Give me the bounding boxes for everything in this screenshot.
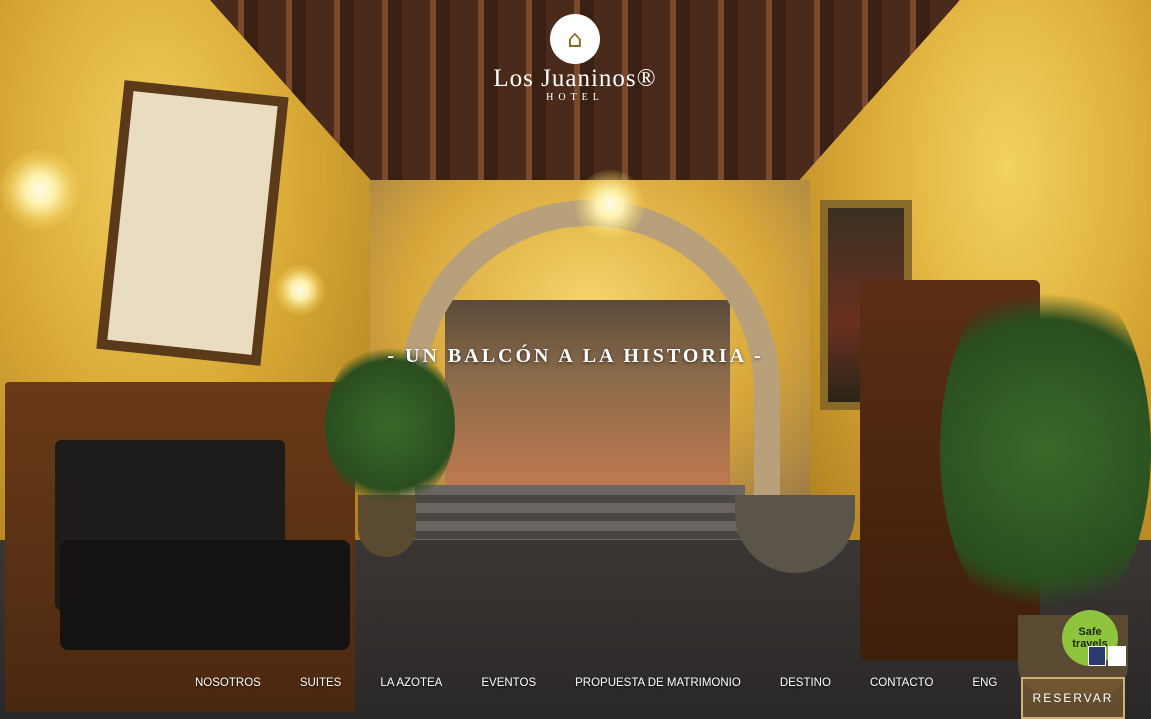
nav-item-suites[interactable]: SUITES <box>300 677 342 689</box>
safe-travels-partner-logos <box>1088 646 1126 666</box>
partner-logo-tile <box>1088 646 1106 666</box>
safe-travels-line1: Safe <box>1078 626 1102 638</box>
nav-item-destino[interactable]: DESTINO <box>780 677 831 689</box>
nav-item-la-azotea[interactable]: LA AZOTEA <box>380 677 442 689</box>
hotel-logo[interactable]: ⌂ Los Juaninos® HOTEL <box>470 14 680 114</box>
logo-subtitle: HOTEL <box>546 92 604 103</box>
nav-item-language[interactable]: ENG <box>972 677 997 689</box>
nav-item-nosotros[interactable]: NOSOTROS <box>195 677 261 689</box>
chandelier <box>575 170 645 240</box>
building-crest-icon: ⌂ <box>550 14 600 64</box>
partner-logo-tile <box>1108 646 1126 666</box>
wall-lamp-left <box>0 150 80 230</box>
logo-name: Los Juaninos® <box>493 65 657 92</box>
bench-seat <box>60 540 350 650</box>
main-nav: NOSOTROS SUITES LA AZOTEA EVENTOS PROPUE… <box>180 677 1036 689</box>
reserve-button[interactable]: RESERVAR <box>1021 677 1125 719</box>
wall-lamp-center <box>275 265 325 315</box>
nav-item-eventos[interactable]: EVENTOS <box>481 677 536 689</box>
plant-right <box>940 260 1151 640</box>
hero-tagline: - UN BALCÓN A LA HISTORIA - <box>387 345 764 367</box>
stone-steps <box>415 485 745 540</box>
framed-plaque <box>96 80 289 366</box>
nav-item-propuesta-de-matrimonio[interactable]: PROPUESTA DE MATRIMONIO <box>575 677 741 689</box>
nav-item-contacto[interactable]: CONTACTO <box>870 677 933 689</box>
